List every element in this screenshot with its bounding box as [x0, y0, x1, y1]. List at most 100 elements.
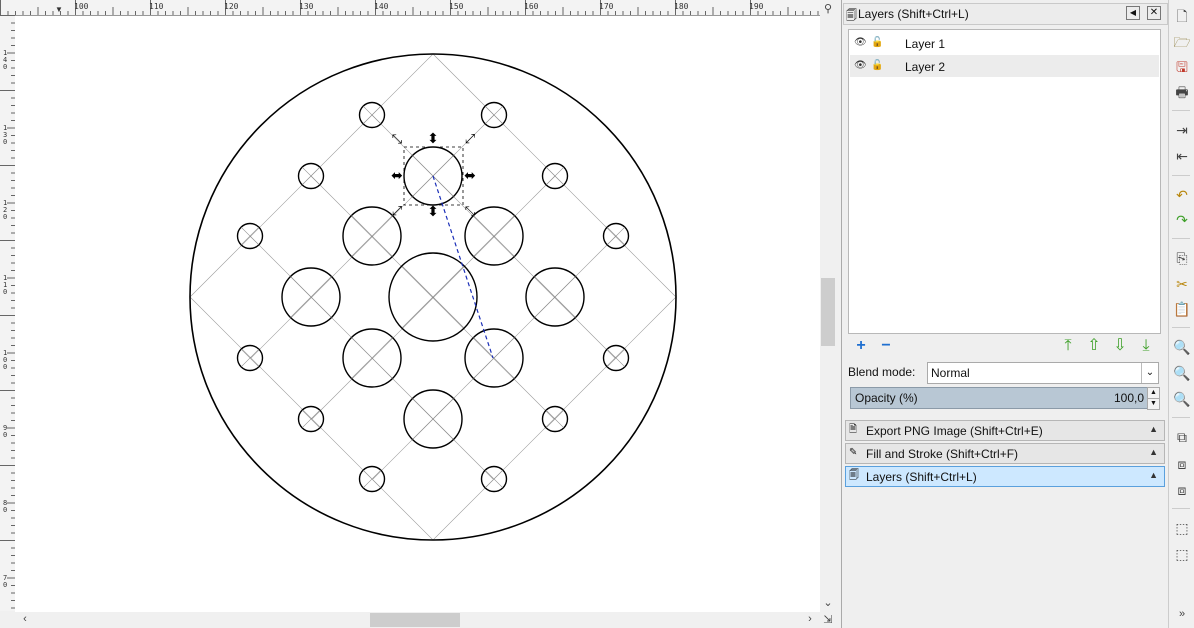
- raise-button[interactable]: ⇧: [1084, 336, 1104, 356]
- clone-icon[interactable]: ⧈: [1172, 454, 1192, 474]
- new-document-icon[interactable]: 🗋: [1172, 6, 1192, 26]
- raise-to-top-button[interactable]: ⤒: [1058, 336, 1078, 356]
- dialog-title: Layers (Shift+Ctrl+L): [858, 7, 969, 21]
- layers-icon: 🗐: [849, 470, 859, 481]
- ruler-label: 190: [749, 2, 764, 11]
- toolbar-separator: [1172, 417, 1190, 418]
- undo-icon[interactable]: ↶: [1172, 185, 1192, 205]
- ruler-label: 140: [374, 2, 389, 11]
- open-icon[interactable]: 🗁: [1172, 32, 1192, 52]
- ruler-label: 180: [674, 2, 689, 11]
- close-icon[interactable]: ✕: [1147, 6, 1161, 20]
- svg-text:⬌: ⬌: [391, 167, 403, 183]
- ruler-label: 160: [524, 2, 539, 11]
- add-layer-button[interactable]: +: [851, 336, 871, 356]
- fill-stroke-icon: ✎: [849, 447, 858, 458]
- opacity-slider[interactable]: Opacity (%) 100,0: [850, 387, 1149, 409]
- zoom-icon[interactable]: ⚲: [821, 2, 835, 15]
- scroll-left-icon[interactable]: ‹: [18, 613, 32, 625]
- layers-list[interactable]: 👁 🔓 Layer 1 👁 🔓 Layer 2: [848, 29, 1161, 334]
- print-icon[interactable]: 🖶: [1172, 82, 1192, 102]
- svg-text:⬍: ⬍: [427, 203, 439, 219]
- scroll-right-icon[interactable]: ›: [803, 613, 817, 625]
- import-icon[interactable]: ⇥: [1172, 120, 1192, 140]
- toolbar-separator: [1172, 110, 1190, 111]
- zoom-selection-icon[interactable]: 🔍: [1172, 337, 1192, 357]
- dock-fill-stroke[interactable]: ✎ Fill and Stroke (Shift+Ctrl+F) ▲: [845, 443, 1165, 464]
- svg-text:⤡: ⤡: [392, 131, 403, 146]
- remove-layer-button[interactable]: −: [876, 336, 896, 356]
- ruler-label: 150: [449, 2, 464, 11]
- spin-down-icon[interactable]: ▼: [1147, 398, 1160, 410]
- eye-icon[interactable]: 👁: [854, 60, 867, 72]
- toolbar-separator: [1172, 238, 1190, 239]
- opacity-value: 100,0: [1113, 391, 1144, 405]
- drawing-canvas[interactable]: ⬍ ⬍ ⬌ ⬌ ⤡ ⤢ ⤢ ⤡: [15, 16, 820, 612]
- ruler-label: 1 3 0: [3, 124, 8, 146]
- chevron-up-icon[interactable]: ▲: [1149, 447, 1158, 457]
- horizontal-scroll-thumb[interactable]: [370, 613, 460, 627]
- ruler-label: 9 0: [3, 424, 8, 439]
- toolbar-separator: [1172, 327, 1190, 328]
- chevron-up-icon[interactable]: ▲: [1149, 470, 1158, 480]
- redo-icon[interactable]: ↷: [1172, 210, 1192, 230]
- more-icon[interactable]: »: [1172, 604, 1192, 624]
- vertical-scroll-thumb[interactable]: [821, 278, 835, 346]
- ungroup-icon[interactable]: ⬚: [1172, 544, 1192, 564]
- ruler-label: 110: [149, 2, 164, 11]
- toolbar-separator: [1172, 175, 1190, 176]
- blend-mode-label: Blend mode:: [848, 365, 916, 379]
- layer-name[interactable]: Layer 2: [905, 60, 945, 74]
- paste-icon[interactable]: 📋: [1172, 299, 1192, 319]
- ruler-marker-icon: ▼: [55, 5, 63, 14]
- ruler-label: 8 0: [3, 499, 8, 514]
- lower-button[interactable]: ⇩: [1110, 336, 1130, 356]
- scroll-down-icon[interactable]: ⌄: [821, 596, 835, 609]
- layer-row[interactable]: 👁 🔓 Layer 1: [850, 32, 1159, 54]
- svg-text:⤢: ⤢: [465, 131, 475, 146]
- ruler-label: 120: [224, 2, 239, 11]
- lock-icon[interactable]: 🔓: [871, 60, 883, 72]
- export-icon[interactable]: ⇤: [1172, 146, 1192, 166]
- horizontal-ruler[interactable]: 100 110 120 130 140 150 160 170 180 190 …: [0, 0, 820, 16]
- ruler-label: 130: [299, 2, 314, 11]
- lock-guides-icon[interactable]: ⇲: [821, 613, 835, 626]
- vertical-ruler[interactable]: 1 4 0 1 3 0 1 2 0 1 1 0 1 0 0 9 0 8 0 7 …: [0, 15, 16, 611]
- layer-name[interactable]: Layer 1: [905, 37, 945, 51]
- copy-icon[interactable]: ⎘: [1172, 248, 1192, 268]
- zoom-page-icon[interactable]: 🔍: [1172, 389, 1192, 409]
- duplicate-icon[interactable]: ⧉: [1172, 427, 1192, 447]
- dock-export-png[interactable]: 🗎 Export PNG Image (Shift+Ctrl+E) ▲: [845, 420, 1165, 441]
- opacity-label: Opacity (%): [855, 391, 918, 405]
- layers-icon: 🗐: [846, 10, 857, 22]
- dock-label: Export PNG Image (Shift+Ctrl+E): [866, 424, 1043, 438]
- save-icon[interactable]: 🖫: [1172, 57, 1192, 77]
- blend-mode-value: Normal: [931, 366, 970, 380]
- collapse-icon[interactable]: ◀: [1126, 6, 1140, 20]
- layer-row[interactable]: 👁 🔓 Layer 2: [850, 55, 1159, 77]
- export-icon: 🗎: [849, 424, 858, 435]
- toolbar-separator: [1172, 508, 1190, 509]
- ruler-label: 100: [74, 2, 89, 11]
- layers-dialog-titlebar: 🗐 Layers (Shift+Ctrl+L) ◀ ✕: [843, 3, 1168, 25]
- lock-icon[interactable]: 🔓: [871, 37, 883, 49]
- eye-icon[interactable]: 👁: [854, 37, 867, 49]
- chevron-down-icon[interactable]: ⌄: [1141, 363, 1158, 383]
- unlink-clone-icon[interactable]: ⧈: [1172, 480, 1192, 500]
- ruler-label: 1 2 0: [3, 199, 8, 221]
- ruler-label: 1 4 0: [3, 49, 8, 71]
- lower-to-bottom-button[interactable]: ⤓: [1136, 336, 1156, 356]
- dock-layers[interactable]: 🗐 Layers (Shift+Ctrl+L) ▲: [845, 466, 1165, 487]
- svg-text:⤡: ⤡: [465, 203, 476, 218]
- blend-mode-select[interactable]: Normal ⌄: [927, 362, 1159, 384]
- ruler-label: 1 0 0: [3, 349, 8, 371]
- group-icon[interactable]: ⬚: [1172, 518, 1192, 538]
- zoom-drawing-icon[interactable]: 🔍: [1172, 363, 1192, 383]
- ruler-label: 1 1 0: [3, 274, 8, 296]
- svg-text:⬍: ⬍: [427, 130, 439, 146]
- ruler-label: 170: [599, 2, 614, 11]
- dock-label: Layers (Shift+Ctrl+L): [866, 470, 977, 484]
- cut-icon[interactable]: ✂: [1172, 274, 1192, 294]
- chevron-up-icon[interactable]: ▲: [1149, 424, 1158, 434]
- ruler-label: 7 0: [3, 574, 8, 589]
